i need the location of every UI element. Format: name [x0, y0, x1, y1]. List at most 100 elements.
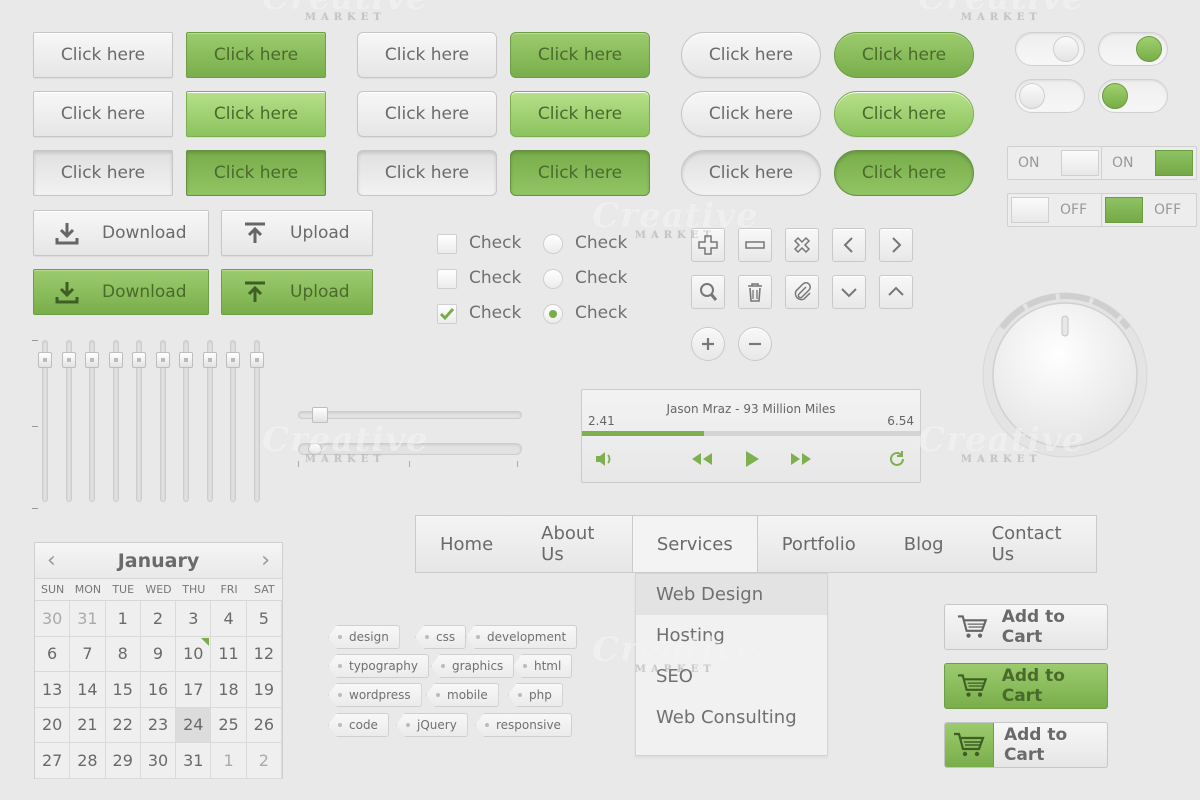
slider-handle[interactable] [132, 351, 146, 368]
next-button[interactable] [879, 228, 913, 262]
calendar-day[interactable]: 17 [176, 672, 212, 708]
calendar-day[interactable]: 25 [211, 707, 247, 743]
calendar-day[interactable]: 22 [105, 707, 141, 743]
slider-handle[interactable] [155, 351, 170, 368]
calendar-day[interactable]: 28 [70, 743, 106, 779]
toggle-switch-on-left[interactable] [1098, 79, 1168, 113]
slider-handle[interactable] [202, 351, 217, 368]
remove-button[interactable] [738, 228, 772, 262]
toggle-switch-off-left[interactable] [1015, 79, 1085, 113]
attach-button[interactable] [785, 275, 819, 309]
click-here-button-pressed[interactable]: Click here [33, 150, 173, 196]
calendar-day[interactable]: 4 [211, 601, 247, 637]
tag[interactable]: code [328, 713, 389, 737]
nav-item[interactable]: About Us [517, 516, 632, 572]
off-switch-off-state[interactable]: OFF [1007, 193, 1103, 227]
click-here-button-green-hover[interactable]: Click here [186, 91, 326, 137]
volume-icon[interactable] [594, 450, 616, 468]
repeat-icon[interactable] [887, 449, 907, 469]
calendar-day[interactable]: 11 [211, 636, 247, 672]
click-here-button-rounded-pressed[interactable]: Click here [357, 150, 497, 196]
add-to-cart-button-green[interactable]: Add to Cart [944, 663, 1108, 709]
click-here-button-rounded-green[interactable]: Click here [510, 32, 650, 78]
nav-item[interactable]: Contact Us [968, 516, 1096, 572]
volume-dial[interactable] [980, 278, 1150, 462]
slider-handle[interactable] [38, 351, 52, 368]
toggle-switch-off[interactable] [1015, 32, 1085, 66]
nav-item[interactable]: Blog [880, 516, 968, 572]
click-here-button-green[interactable]: Click here [186, 32, 326, 78]
horizontal-slider-track[interactable] [298, 407, 522, 423]
calendar-day[interactable]: 23 [140, 707, 177, 743]
calendar-day[interactable]: 2 [246, 743, 282, 779]
click-here-button-hover[interactable]: Click here [33, 91, 173, 137]
click-here-button-rounded-hover[interactable]: Click here [357, 91, 497, 137]
slider-handle[interactable] [226, 351, 240, 368]
add-to-cart-button[interactable]: Add to Cart [944, 604, 1108, 650]
calendar-day[interactable]: 1 [211, 743, 247, 779]
tag[interactable]: typography [328, 654, 429, 678]
radio-button[interactable] [543, 234, 563, 254]
dropdown-item[interactable]: Web Consulting [636, 697, 827, 738]
vertical-slider-track[interactable] [249, 340, 264, 502]
calendar-day[interactable]: 16 [140, 672, 177, 708]
slider-handle[interactable] [307, 443, 322, 455]
rewind-icon[interactable] [690, 452, 714, 466]
dropdown-item[interactable]: SEO [636, 656, 827, 697]
tag[interactable]: responsive [475, 713, 572, 737]
tag[interactable]: css [415, 625, 467, 649]
slider-handle[interactable] [311, 407, 328, 423]
click-here-button-rounded-green-pressed[interactable]: Click here [510, 150, 650, 196]
fast-forward-icon[interactable] [789, 452, 813, 466]
calendar-day[interactable]: 24 [176, 707, 212, 743]
vertical-slider-track[interactable] [155, 340, 170, 502]
tag[interactable]: design [328, 625, 400, 649]
expand-down-button[interactable] [832, 275, 866, 309]
tag[interactable]: php [508, 683, 563, 707]
slider-handle[interactable] [249, 351, 264, 368]
checkbox[interactable] [437, 234, 457, 254]
click-here-button-pill-green[interactable]: Click here [834, 32, 974, 78]
add-to-cart-button-split[interactable]: Add to Cart [944, 722, 1108, 768]
off-switch-on-state[interactable]: OFF [1101, 193, 1197, 227]
calendar-day[interactable]: 15 [105, 672, 141, 708]
nav-item[interactable]: Home [416, 516, 517, 572]
close-button[interactable] [785, 228, 819, 262]
calendar-day[interactable]: 8 [105, 636, 141, 672]
calendar-day[interactable]: 20 [35, 707, 71, 743]
radio-button-selected[interactable] [543, 304, 563, 324]
tag[interactable]: html [513, 654, 573, 678]
slider-handle[interactable] [179, 351, 193, 368]
decrement-button[interactable] [738, 327, 772, 361]
download-button[interactable]: Download [33, 210, 209, 256]
tag[interactable]: jQuery [396, 713, 468, 737]
dropdown-item[interactable]: Hosting [636, 615, 827, 656]
calendar-day[interactable]: 3 [176, 601, 212, 637]
tag[interactable]: wordpress [328, 683, 422, 707]
on-switch-on-state[interactable]: ON [1101, 146, 1197, 180]
calendar-day[interactable]: 10 [176, 636, 212, 672]
vertical-slider-track[interactable] [38, 340, 52, 502]
calendar-day[interactable]: 19 [246, 672, 282, 708]
collapse-up-button[interactable] [879, 275, 913, 309]
calendar-day[interactable]: 5 [246, 601, 282, 637]
calendar-day[interactable]: 26 [246, 707, 282, 743]
calendar-day[interactable]: 2 [140, 601, 177, 637]
radio-button[interactable] [543, 269, 563, 289]
previous-month-arrow[interactable]: ‹ [47, 548, 56, 573]
delete-button[interactable] [738, 275, 772, 309]
on-switch-off-state[interactable]: ON [1007, 146, 1103, 180]
click-here-button-pill-green-hover[interactable]: Click here [834, 91, 974, 137]
click-here-button-green-pressed[interactable]: Click here [186, 150, 326, 196]
tag[interactable]: mobile [426, 683, 499, 707]
click-here-button-pill-pressed[interactable]: Click here [681, 150, 821, 196]
dropdown-item[interactable]: Web Design [636, 574, 827, 615]
progress-bar[interactable] [582, 431, 920, 436]
upload-button-green[interactable]: Upload [221, 269, 373, 315]
checkbox-checked[interactable] [437, 304, 457, 324]
slider-handle[interactable] [61, 351, 76, 368]
previous-button[interactable] [832, 228, 866, 262]
calendar-day[interactable]: 27 [35, 743, 71, 779]
click-here-button-rounded-green-hover[interactable]: Click here [510, 91, 650, 137]
calendar-day[interactable]: 30 [140, 743, 177, 779]
